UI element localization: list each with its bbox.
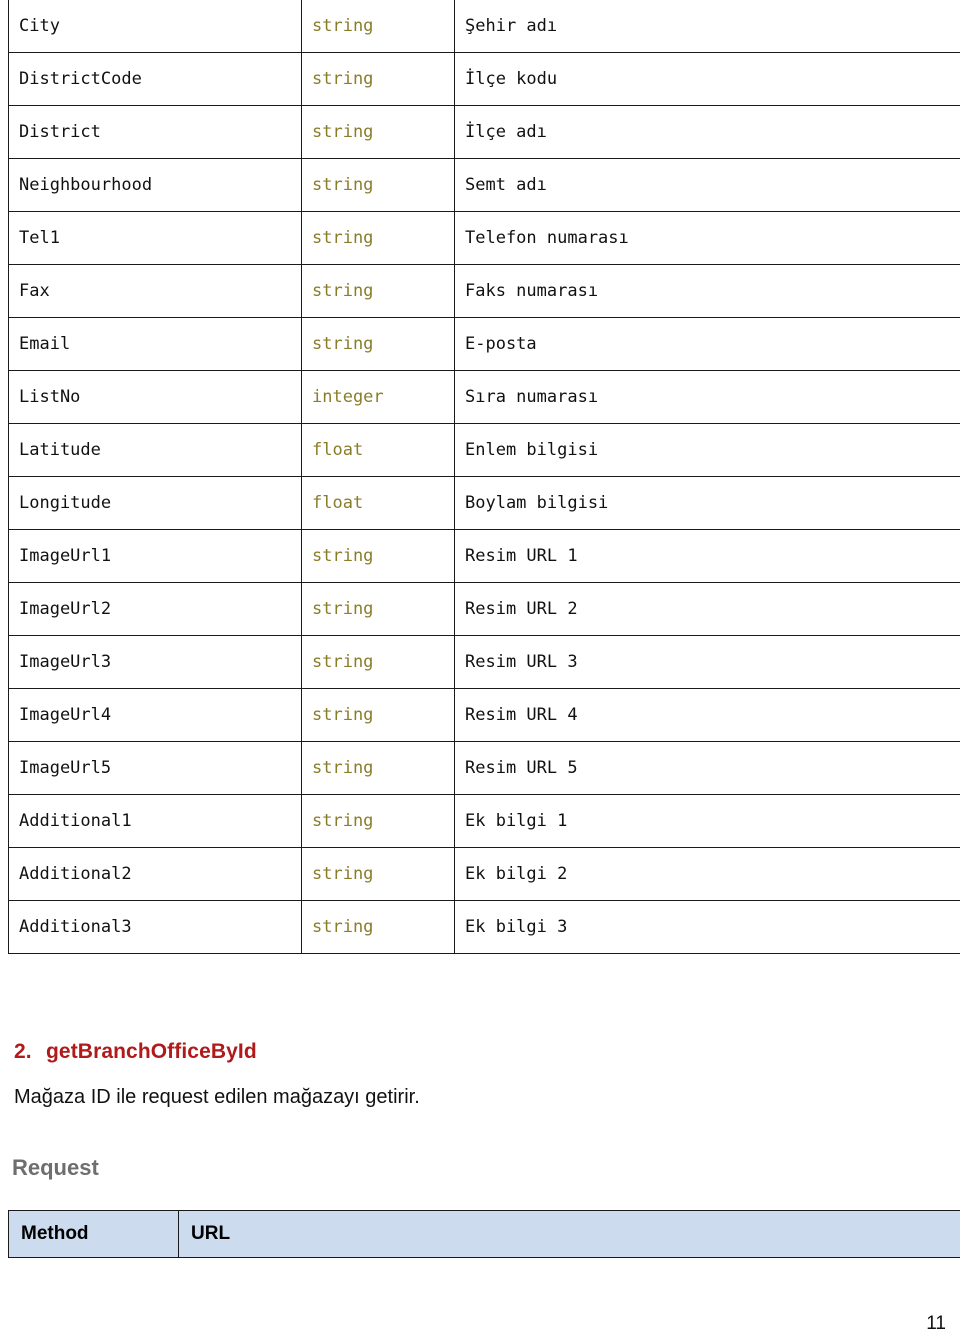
table-row: ImageUrl3 string Resim URL 3: [8, 635, 960, 689]
field-type-cell: string: [301, 688, 455, 742]
field-description-cell: Ek bilgi 1: [454, 794, 960, 848]
field-description-cell: Semt adı: [454, 158, 960, 212]
field-name-cell: ImageUrl1: [8, 529, 302, 583]
table-row: DistrictCode string İlçe kodu: [8, 52, 960, 106]
schema-table-body: City string Şehir adı DistrictCode string İlç…: [8, 0, 960, 954]
field-description-cell: Telefon numarası: [454, 211, 960, 265]
table-row: Additional1 string Ek bilgi 1: [8, 794, 960, 848]
table-row: Additional3 string Ek bilgi 3: [8, 900, 960, 954]
table-row: Latitude float Enlem bilgisi: [8, 423, 960, 477]
request-table-head: Method URL: [8, 1210, 960, 1258]
table-row: District string İlçe adı: [8, 105, 960, 159]
field-name-cell: Additional3: [8, 900, 302, 954]
field-name-cell: Fax: [8, 264, 302, 318]
field-name-cell: ListNo: [8, 370, 302, 424]
field-description-cell: Şehir adı: [454, 0, 960, 53]
section-description: Mağaza ID ile request edilen mağazayı ge…: [14, 1086, 420, 1108]
request-header-url: URL: [178, 1210, 960, 1258]
request-header-method: Method: [8, 1210, 179, 1258]
field-description-cell: Faks numarası: [454, 264, 960, 318]
field-name-cell: ImageUrl5: [8, 741, 302, 795]
table-row: ImageUrl5 string Resim URL 5: [8, 741, 960, 795]
field-type-cell: string: [301, 105, 455, 159]
field-type-cell: integer: [301, 370, 455, 424]
field-type-cell: string: [301, 900, 455, 954]
field-description-cell: Resim URL 1: [454, 529, 960, 583]
section-number: 2.: [14, 1040, 32, 1063]
field-name-cell: City: [8, 0, 302, 53]
field-type-cell: string: [301, 52, 455, 106]
field-description-cell: Boylam bilgisi: [454, 476, 960, 530]
section-heading: 2. getBranchOfficeById: [14, 1040, 257, 1064]
field-type-cell: string: [301, 582, 455, 636]
field-type-cell: string: [301, 158, 455, 212]
request-subheading: Request: [12, 1155, 99, 1180]
table-row: City string Şehir adı: [8, 0, 960, 53]
schema-table: City string Şehir adı DistrictCode string İlç…: [8, 0, 960, 954]
field-name-cell: Additional2: [8, 847, 302, 901]
field-type-cell: string: [301, 635, 455, 689]
table-row: Tel1 string Telefon numarası: [8, 211, 960, 265]
field-name-cell: Additional1: [8, 794, 302, 848]
document-page: City string Şehir adı DistrictCode string İlç…: [0, 0, 960, 1343]
field-description-cell: Ek bilgi 3: [454, 900, 960, 954]
table-row: ListNo integer Sıra numarası: [8, 370, 960, 424]
field-type-cell: string: [301, 847, 455, 901]
page-number: 11: [926, 1313, 946, 1334]
field-description-cell: İlçe adı: [454, 105, 960, 159]
field-description-cell: Resim URL 2: [454, 582, 960, 636]
field-type-cell: string: [301, 741, 455, 795]
section-title: getBranchOfficeById: [46, 1040, 257, 1063]
field-name-cell: ImageUrl3: [8, 635, 302, 689]
field-name-cell: Latitude: [8, 423, 302, 477]
field-name-cell: ImageUrl2: [8, 582, 302, 636]
field-name-cell: DistrictCode: [8, 52, 302, 106]
field-type-cell: string: [301, 0, 455, 53]
table-row: Fax string Faks numarası: [8, 264, 960, 318]
field-name-cell: ImageUrl4: [8, 688, 302, 742]
table-row: ImageUrl4 string Resim URL 4: [8, 688, 960, 742]
table-row: ImageUrl2 string Resim URL 2: [8, 582, 960, 636]
field-description-cell: İlçe kodu: [454, 52, 960, 106]
field-description-cell: Ek bilgi 2: [454, 847, 960, 901]
field-description-cell: Resim URL 4: [454, 688, 960, 742]
field-type-cell: string: [301, 211, 455, 265]
field-type-cell: float: [301, 423, 455, 477]
table-row: Email string E-posta: [8, 317, 960, 371]
field-description-cell: Sıra numarası: [454, 370, 960, 424]
field-name-cell: Longitude: [8, 476, 302, 530]
field-description-cell: E-posta: [454, 317, 960, 371]
field-name-cell: District: [8, 105, 302, 159]
field-description-cell: Resim URL 3: [454, 635, 960, 689]
table-row: Neighbourhood string Semt adı: [8, 158, 960, 212]
request-table: Method URL: [8, 1210, 960, 1258]
field-type-cell: string: [301, 317, 455, 371]
request-table-header-row: Method URL: [8, 1210, 960, 1258]
table-row: Longitude float Boylam bilgisi: [8, 476, 960, 530]
table-row: Additional2 string Ek bilgi 2: [8, 847, 960, 901]
table-row: ImageUrl1 string Resim URL 1: [8, 529, 960, 583]
field-description-cell: Resim URL 5: [454, 741, 960, 795]
field-description-cell: Enlem bilgisi: [454, 423, 960, 477]
field-name-cell: Email: [8, 317, 302, 371]
field-type-cell: string: [301, 264, 455, 318]
field-name-cell: Neighbourhood: [8, 158, 302, 212]
field-type-cell: string: [301, 794, 455, 848]
field-type-cell: float: [301, 476, 455, 530]
field-name-cell: Tel1: [8, 211, 302, 265]
field-type-cell: string: [301, 529, 455, 583]
